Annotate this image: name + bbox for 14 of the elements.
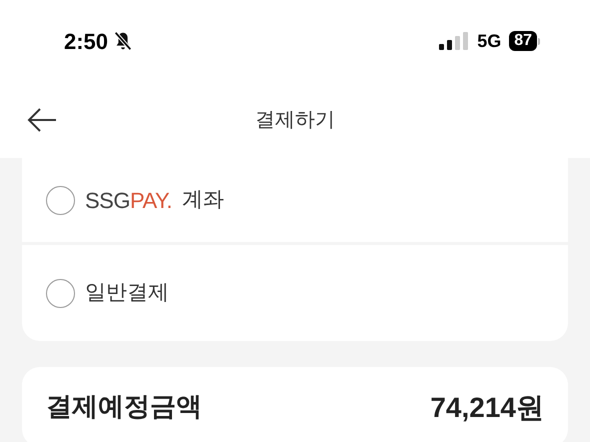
option-label: 일반결제 <box>85 280 169 306</box>
summary-amount: 74,214원 <box>430 391 544 425</box>
page-title: 결제하기 <box>255 108 335 133</box>
radio-button[interactable] <box>46 186 75 214</box>
option-label: 계좌 <box>182 187 224 214</box>
radio-button[interactable] <box>46 278 75 308</box>
summary-label: 결제예정금액 <box>46 390 202 423</box>
back-arrow-icon <box>26 107 58 133</box>
back-button[interactable] <box>26 107 58 133</box>
status-time: 2:50 <box>64 28 108 56</box>
brand-logo: SSGPAY. <box>85 186 172 214</box>
battery-indicator: 87 <box>509 31 540 51</box>
signal-icon <box>439 31 470 51</box>
network-label: 5G <box>477 30 502 52</box>
